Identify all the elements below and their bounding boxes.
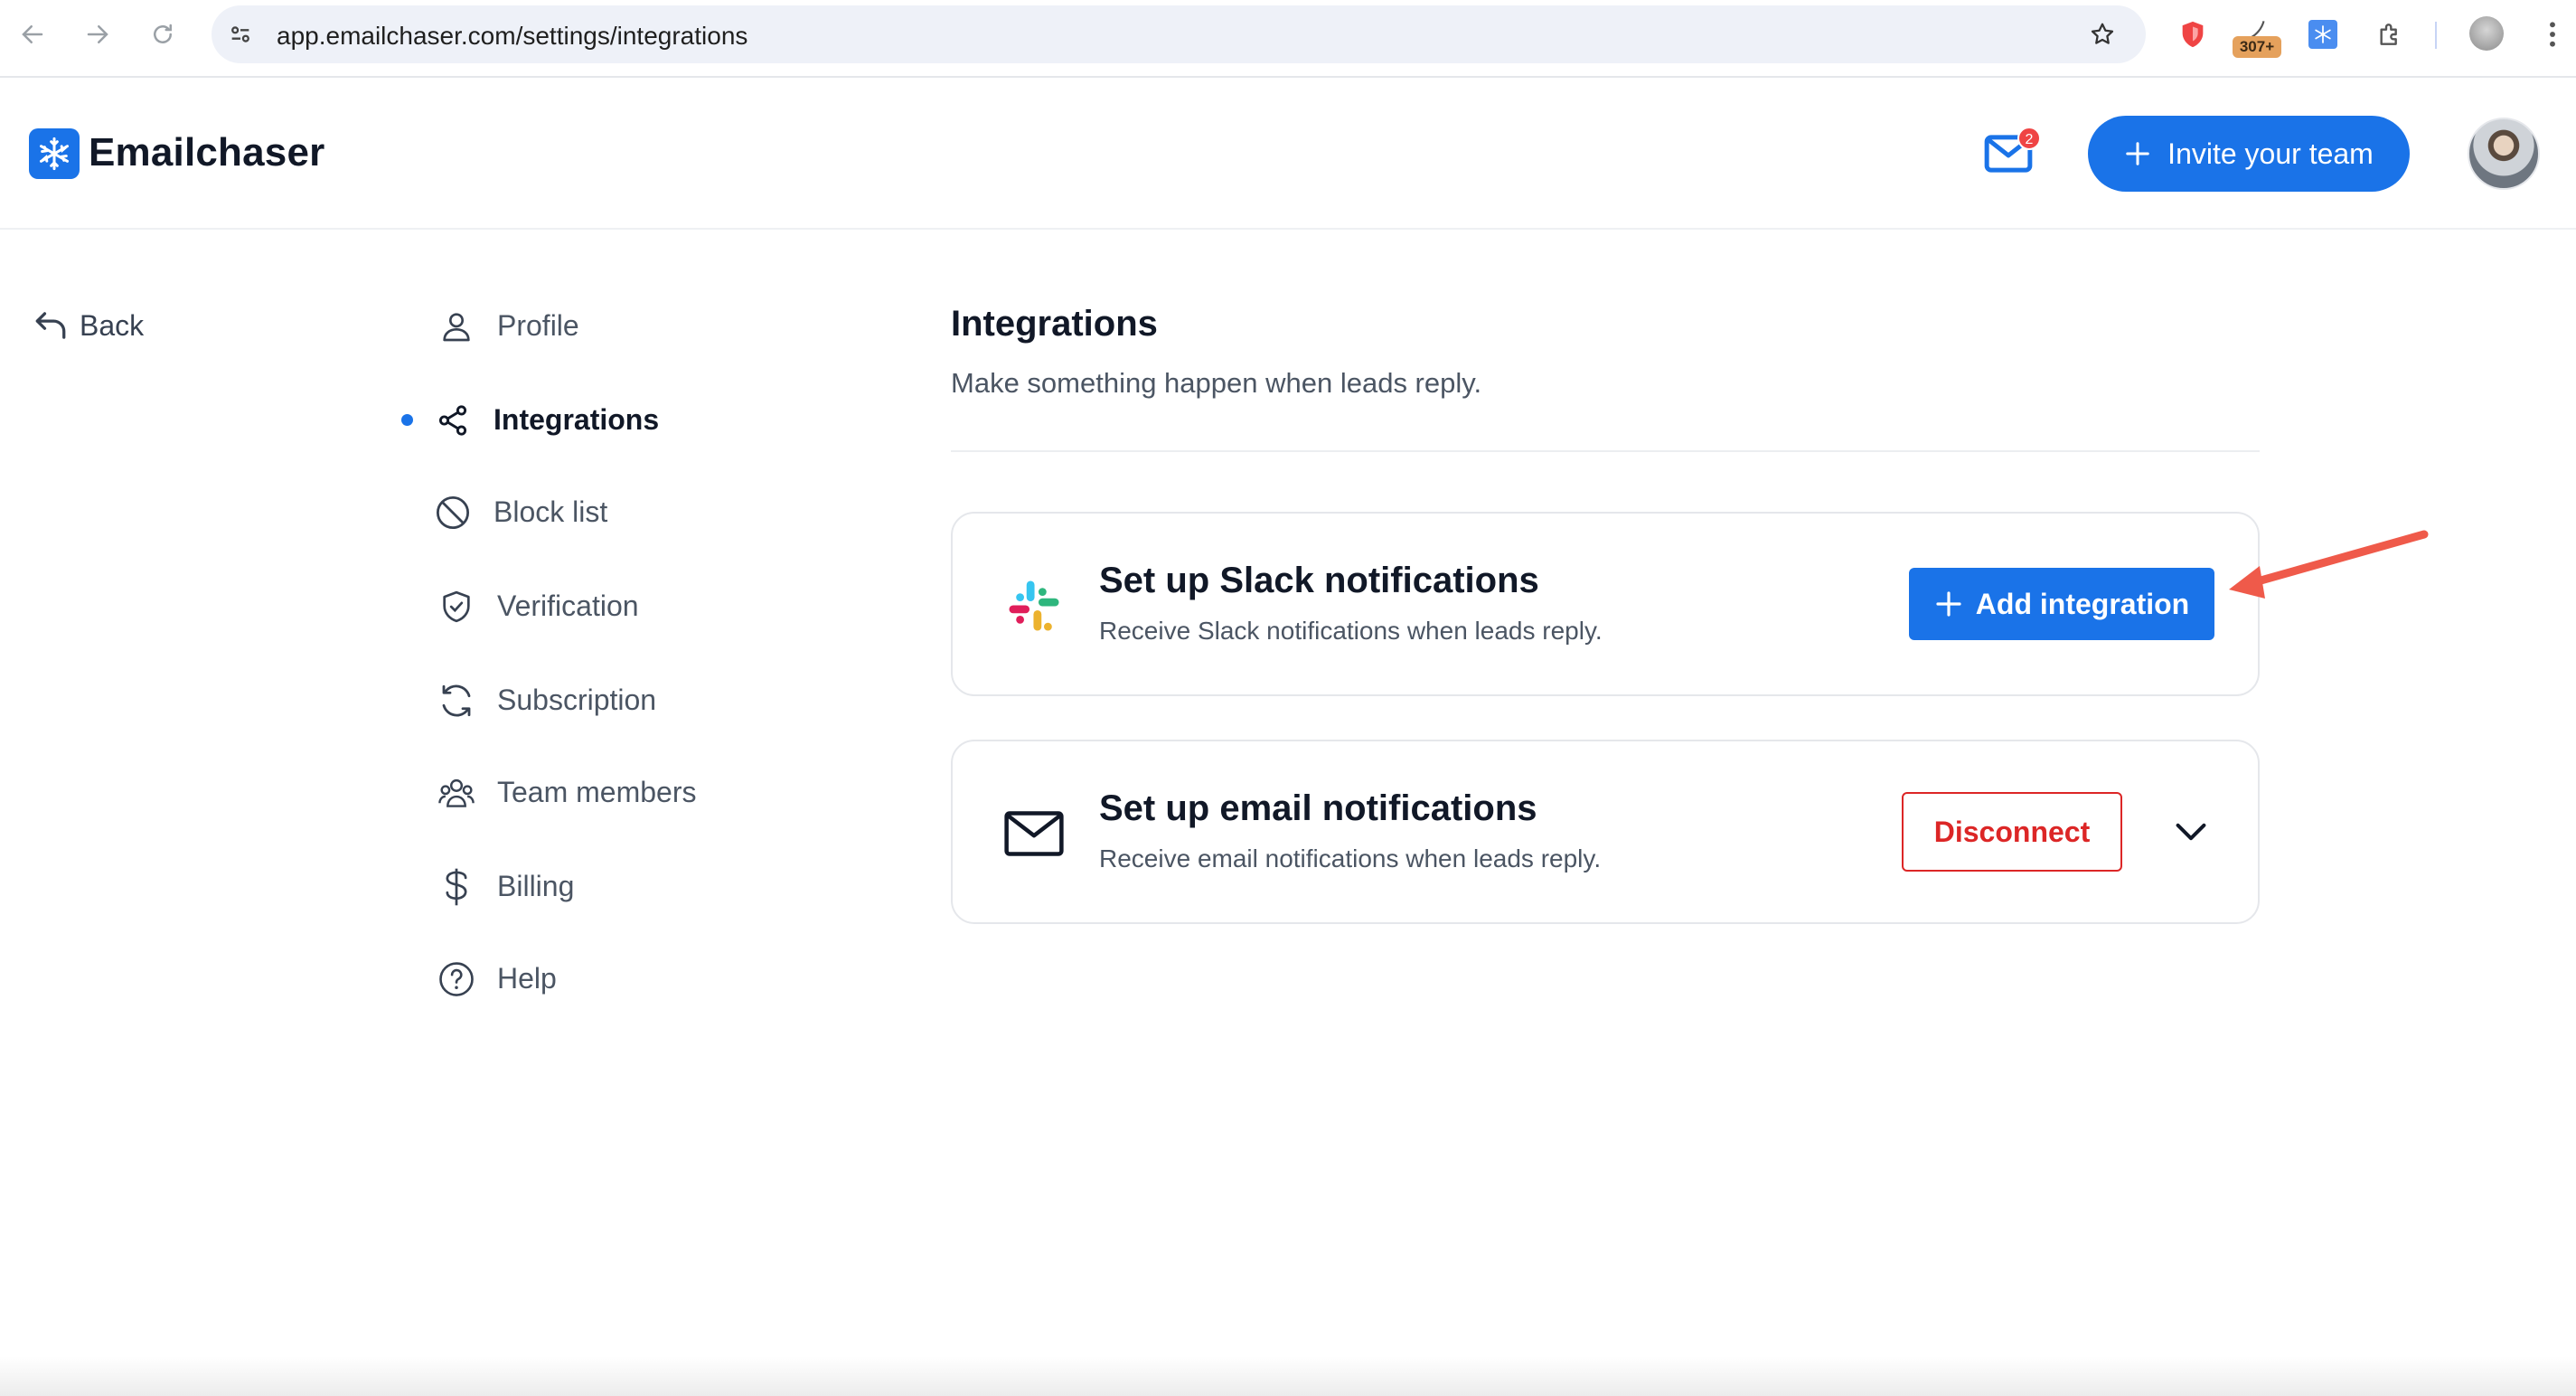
nav-label-team-members: Team members xyxy=(497,776,697,808)
block-icon xyxy=(434,494,472,532)
nav-label-help: Help xyxy=(497,962,557,995)
user-icon xyxy=(437,307,475,345)
annotation-arrow xyxy=(2229,530,2429,599)
notification-count-badge: 2 xyxy=(2017,127,2041,150)
envelope-icon xyxy=(1000,799,1068,868)
browser-profile-avatar[interactable] xyxy=(2469,16,2504,51)
plus-icon xyxy=(1936,591,1961,617)
active-indicator-dot xyxy=(401,414,413,426)
add-integration-label: Add integration xyxy=(1975,587,2190,620)
nav-item-profile[interactable]: Profile xyxy=(398,302,777,349)
user-avatar[interactable] xyxy=(2468,118,2540,190)
slack-icon xyxy=(1000,571,1068,640)
address-bar[interactable]: app.emailchaser.com/settings/integration… xyxy=(212,5,2146,63)
email-integration-card: Set up email notifications Receive email… xyxy=(951,740,2260,924)
page-title: Integrations xyxy=(951,304,1158,344)
invite-team-label: Invite your team xyxy=(2167,137,2374,170)
invite-team-button[interactable]: Invite your team xyxy=(2088,116,2410,192)
nav-label-subscription: Subscription xyxy=(497,684,657,716)
back-arrow-icon xyxy=(35,312,66,339)
nav-label-block-list: Block list xyxy=(494,495,608,528)
slack-card-description: Receive Slack notifications when leads r… xyxy=(1099,617,1603,645)
nav-item-help[interactable]: Help xyxy=(398,955,777,1002)
slack-integration-card: Set up Slack notifications Receive Slack… xyxy=(951,512,2260,696)
dollar-icon xyxy=(437,868,475,906)
emailchaser-logo-icon[interactable] xyxy=(29,128,80,179)
email-card-description: Receive email notifications when leads r… xyxy=(1099,844,1602,872)
browser-reload-icon[interactable] xyxy=(146,18,179,51)
extension-shield-icon[interactable] xyxy=(2175,16,2211,52)
section-divider xyxy=(951,450,2260,452)
refresh-icon xyxy=(437,682,475,720)
nav-item-integrations[interactable]: Integrations xyxy=(398,396,777,443)
extension-badge: 307+ xyxy=(2233,36,2281,58)
browser-back-icon[interactable] xyxy=(16,18,49,51)
email-card-title: Set up email notifications xyxy=(1099,788,1537,828)
nav-item-team-members[interactable]: Team members xyxy=(398,769,777,816)
slack-card-title: Set up Slack notifications xyxy=(1099,561,1539,600)
nav-label-profile: Profile xyxy=(497,309,579,342)
back-link[interactable]: Back xyxy=(33,304,144,347)
browser-menu-icon[interactable] xyxy=(2534,16,2571,52)
shield-check-icon xyxy=(437,588,475,626)
brand-name[interactable]: Emailchaser xyxy=(89,130,324,175)
extension-snowflake-icon[interactable] xyxy=(2305,16,2341,52)
bookmark-star-icon[interactable] xyxy=(2086,18,2119,51)
app-header: Emailchaser 2 Invite your team xyxy=(0,78,2576,230)
plus-icon xyxy=(2126,142,2149,165)
disconnect-button[interactable]: Disconnect xyxy=(1902,792,2122,872)
bottom-shadow xyxy=(0,1356,2576,1396)
help-icon xyxy=(437,960,475,998)
share-icon xyxy=(434,401,472,439)
extensions-puzzle-icon[interactable] xyxy=(2372,16,2408,52)
chevron-down-icon[interactable] xyxy=(2169,810,2213,854)
nav-item-subscription[interactable]: Subscription xyxy=(398,676,777,723)
browser-toolbar: app.emailchaser.com/settings/integration… xyxy=(0,0,2576,78)
back-label: Back xyxy=(80,308,145,342)
site-settings-icon[interactable] xyxy=(224,18,257,51)
nav-item-block-list[interactable]: Block list xyxy=(398,488,777,535)
browser-forward-icon[interactable] xyxy=(81,18,114,51)
add-integration-button[interactable]: Add integration xyxy=(1909,568,2214,640)
nav-item-billing[interactable]: Billing xyxy=(398,863,777,910)
team-icon xyxy=(437,774,475,812)
nav-item-verification[interactable]: Verification xyxy=(398,582,777,629)
toolbar-separator xyxy=(2435,22,2437,49)
nav-label-verification: Verification xyxy=(497,590,639,622)
url-text[interactable]: app.emailchaser.com/settings/integration… xyxy=(277,22,747,51)
nav-label-integrations: Integrations xyxy=(494,403,660,436)
nav-label-billing: Billing xyxy=(497,870,575,902)
page-subtitle: Make something happen when leads reply. xyxy=(951,367,1482,399)
